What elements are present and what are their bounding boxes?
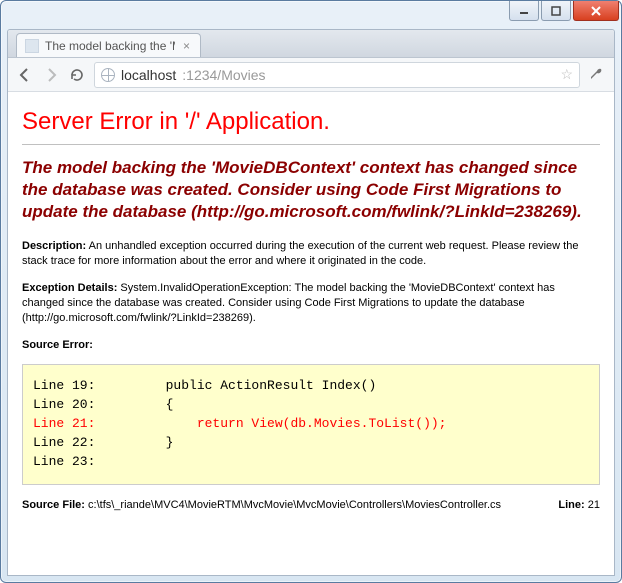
window-frame: The model backing the 'M × localhost :123…: [0, 0, 622, 583]
maximize-icon: [551, 6, 561, 16]
line-number: 21: [588, 499, 600, 511]
line-label: Line:: [558, 499, 587, 511]
forward-button[interactable]: [42, 66, 60, 84]
url-host: localhost: [121, 67, 176, 83]
divider: [22, 144, 600, 145]
description-text: An unhandled exception occurred during t…: [22, 240, 578, 267]
code-line: Line 22: }: [33, 434, 589, 453]
url-path: :1234/Movies: [182, 67, 265, 83]
source-code-box: Line 19: public ActionResult Index()Line…: [22, 364, 600, 484]
tab-title: The model backing the 'M: [45, 39, 175, 53]
exception-message: The model backing the 'MovieDBContext' c…: [22, 157, 600, 223]
page-title: Server Error in '/' Application.: [22, 108, 600, 136]
settings-button[interactable]: [588, 66, 606, 84]
address-bar[interactable]: localhost :1234/Movies ☆: [94, 62, 580, 88]
description-label: Description:: [22, 240, 86, 252]
viewport[interactable]: Server Error in '/' Application. The mod…: [8, 92, 614, 575]
bookmark-star-icon[interactable]: ☆: [560, 66, 573, 83]
tab-close-icon[interactable]: ×: [181, 39, 192, 53]
source-error-label: Source Error:: [22, 339, 93, 351]
back-button[interactable]: [16, 66, 34, 84]
close-icon: [590, 6, 602, 16]
browser-chrome: The model backing the 'M × localhost :123…: [7, 29, 615, 576]
code-line-error: Line 21: return View(db.Movies.ToList())…: [33, 415, 589, 434]
maximize-button[interactable]: [541, 1, 571, 21]
arrow-right-icon: [43, 67, 59, 83]
source-file-block: Source File: c:\tfs\_riande\MVC4\MovieRT…: [22, 499, 600, 511]
close-button[interactable]: [573, 1, 619, 21]
wrench-icon: [588, 66, 604, 82]
source-error-block: Source Error:: [22, 338, 600, 353]
favicon-icon: [25, 39, 39, 53]
window-titlebar[interactable]: [1, 1, 621, 29]
details-label: Exception Details:: [22, 282, 117, 294]
source-file-label: Source File:: [22, 499, 88, 511]
code-line: Line 20: {: [33, 396, 589, 415]
description-block: Description: An unhandled exception occu…: [22, 239, 600, 269]
reload-icon: [69, 67, 85, 83]
code-line: Line 23:: [33, 453, 589, 472]
arrow-left-icon: [17, 67, 33, 83]
reload-button[interactable]: [68, 66, 86, 84]
globe-icon: [101, 68, 115, 82]
source-file-path: c:\tfs\_riande\MVC4\MovieRTM\MvcMovie\Mv…: [88, 499, 501, 511]
browser-tab[interactable]: The model backing the 'M ×: [16, 33, 201, 57]
toolbar: localhost :1234/Movies ☆: [8, 58, 614, 92]
minimize-icon: [519, 6, 529, 16]
details-block: Exception Details: System.InvalidOperati…: [22, 281, 600, 326]
code-line: Line 19: public ActionResult Index(): [33, 377, 589, 396]
minimize-button[interactable]: [509, 1, 539, 21]
tabstrip: The model backing the 'M ×: [8, 30, 614, 58]
error-page: Server Error in '/' Application. The mod…: [8, 92, 614, 525]
